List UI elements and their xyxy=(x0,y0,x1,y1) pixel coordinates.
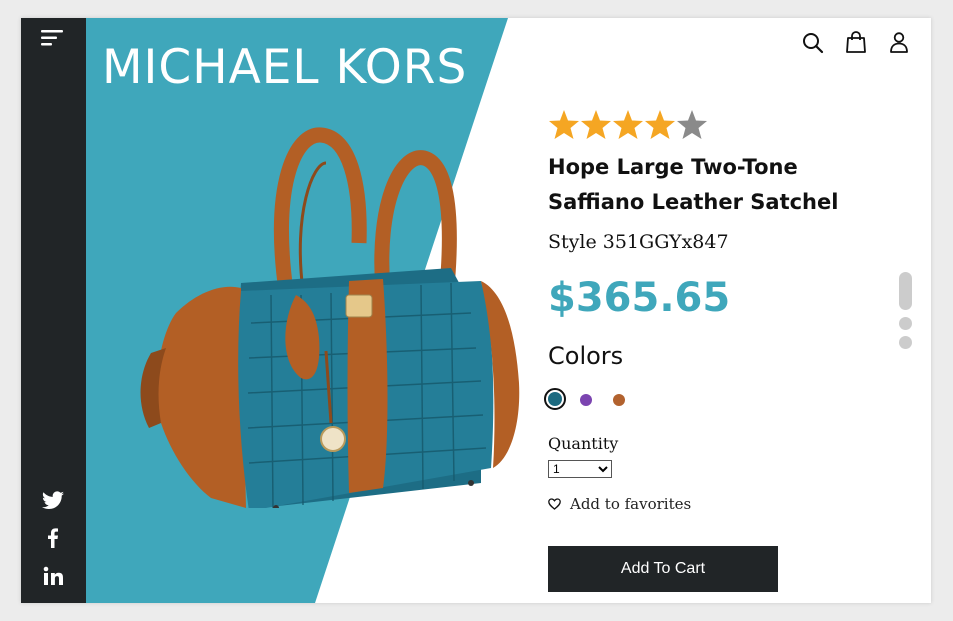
quantity-select[interactable]: 1 xyxy=(548,460,612,478)
shopping-bag-icon[interactable] xyxy=(845,31,867,53)
hamburger-menu-icon[interactable] xyxy=(41,28,65,48)
twitter-icon[interactable] xyxy=(41,488,65,512)
slide-indicator-active[interactable] xyxy=(899,272,912,310)
quantity-label: Quantity xyxy=(548,434,619,453)
star-filled-icon xyxy=(549,110,579,139)
add-to-favorites[interactable]: Add to favorites xyxy=(548,495,691,513)
brand-logo: MICHAEL KORS xyxy=(102,40,468,95)
color-swatch-teal-fill xyxy=(548,392,562,406)
colors-label: Colors xyxy=(548,342,624,370)
sidebar xyxy=(21,18,86,603)
star-filled-icon xyxy=(613,110,643,139)
user-icon[interactable] xyxy=(888,31,910,53)
product-image xyxy=(140,127,520,508)
star-filled-icon xyxy=(581,110,611,139)
add-to-favorites-label: Add to favorites xyxy=(570,495,692,513)
star-empty-icon xyxy=(677,110,707,139)
product-card: MICHAEL KORS Hope Large Two-Tone Saffian… xyxy=(21,18,931,603)
linkedin-icon[interactable] xyxy=(41,564,65,588)
product-price: $365.65 xyxy=(548,275,731,321)
product-style: Style 351GGYx847 xyxy=(548,231,729,253)
add-to-cart-button[interactable]: Add To Cart xyxy=(548,546,778,592)
color-swatch-purple[interactable] xyxy=(580,394,592,406)
heart-icon xyxy=(548,498,561,510)
color-swatch-teal[interactable] xyxy=(544,388,566,410)
slide-indicator[interactable] xyxy=(899,336,912,349)
star-rating xyxy=(548,108,708,144)
slide-indicator[interactable] xyxy=(899,317,912,330)
color-swatch-brown[interactable] xyxy=(613,394,625,406)
search-icon[interactable] xyxy=(802,32,824,54)
facebook-icon[interactable] xyxy=(41,526,65,550)
product-title: Hope Large Two-Tone Saffiano Leather Sat… xyxy=(548,155,839,214)
star-filled-icon xyxy=(645,110,675,139)
